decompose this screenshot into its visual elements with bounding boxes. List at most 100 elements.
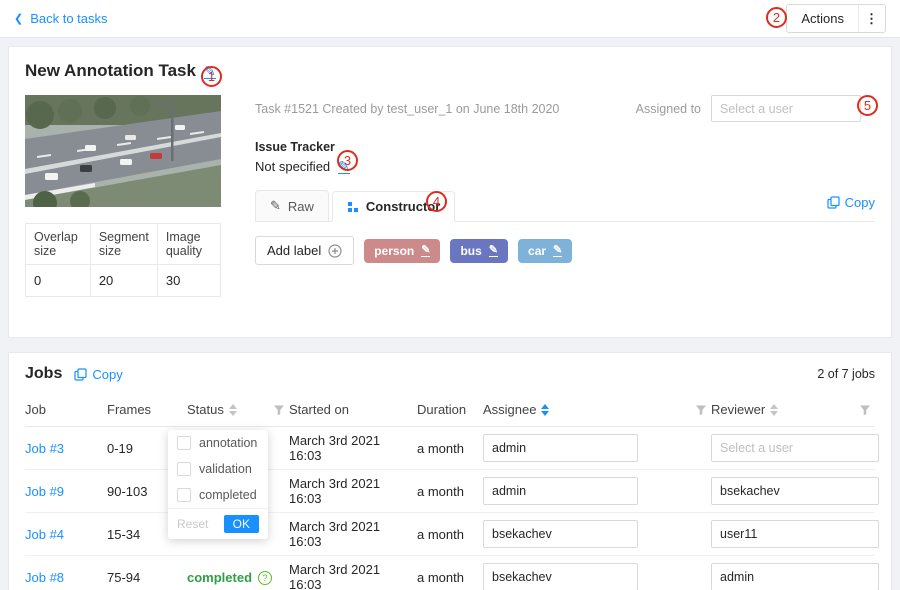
callout-4: 4 [426, 191, 447, 212]
label-tag-person-name: person [374, 244, 414, 258]
started-cell: March 3rd 2021 16:03 [289, 513, 417, 556]
copy-icon [827, 196, 840, 209]
add-label-text: Add label [267, 243, 321, 258]
started-cell: March 3rd 2021 16:03 [289, 470, 417, 513]
col-status: Status [187, 393, 289, 427]
table-row: Job #4 15-34 March 3rd 2021 16:03 a mont… [25, 513, 875, 556]
tab-raw[interactable]: ✎ Raw [255, 190, 329, 222]
job-link[interactable]: Job #3 [25, 441, 64, 456]
actions-button-label: Actions [787, 11, 858, 26]
reviewer-input[interactable] [711, 520, 879, 548]
edit-label-icon[interactable]: ✎ [421, 245, 430, 257]
started-cell: March 3rd 2021 16:03 [289, 427, 417, 470]
add-label-button[interactable]: Add label [255, 236, 354, 265]
param-header-quality: Image quality [157, 224, 220, 265]
tab-raw-label: Raw [288, 199, 314, 214]
question-circle-icon[interactable]: ? [258, 571, 272, 585]
labels-tabs: ✎ Raw Constructor Copy [255, 190, 875, 222]
issue-tracker-value: Not specified [255, 159, 330, 174]
checkbox-annotation[interactable] [177, 436, 191, 450]
back-to-tasks-link[interactable]: ❮ Back to tasks [14, 11, 108, 26]
status-cell: completed? [187, 556, 289, 590]
task-title: New Annotation Task [25, 61, 196, 81]
raw-pencil-icon: ✎ [270, 198, 281, 214]
more-menu-icon[interactable]: ⋮ [859, 11, 885, 27]
frames-cell: 75-94 [107, 556, 187, 590]
jobs-table: Job Frames Status Started on Duration [25, 393, 875, 590]
filter-status-icon[interactable] [273, 404, 285, 416]
param-value-overlap: 0 [26, 265, 91, 297]
back-link-label: Back to tasks [30, 11, 107, 26]
checkbox-completed[interactable] [177, 488, 191, 502]
sort-reviewer-icon[interactable] [770, 404, 778, 416]
duration-cell: a month [417, 513, 483, 556]
reviewer-input[interactable] [711, 477, 879, 505]
table-row: Job #3 0-19 March 3rd 2021 16:03 a month [25, 427, 875, 470]
col-reviewer: Reviewer [711, 393, 875, 427]
label-tag-car[interactable]: car ✎ [518, 239, 572, 263]
assignee-input[interactable] [483, 520, 638, 548]
edit-label-icon[interactable]: ✎ [553, 245, 562, 257]
filter-assignee-icon[interactable] [695, 404, 707, 416]
checkbox-validation[interactable] [177, 462, 191, 476]
reset-button[interactable]: Reset [177, 517, 208, 531]
reviewer-input[interactable] [711, 563, 879, 590]
callout-2: 2 [766, 7, 787, 28]
ok-button[interactable]: OK [224, 515, 259, 533]
task-preview-image [25, 95, 221, 207]
actions-button[interactable]: Actions ⋮ [786, 4, 886, 33]
col-duration: Duration [417, 393, 483, 427]
callout-5: 5 [857, 95, 878, 116]
copy-labels-link[interactable]: Copy [827, 195, 875, 216]
duration-cell: a month [417, 556, 483, 590]
label-tag-bus-name: bus [460, 244, 481, 258]
param-value-segment: 20 [90, 265, 157, 297]
started-cell: March 3rd 2021 16:03 [289, 556, 417, 590]
copy-icon [74, 368, 87, 381]
jobs-title: Jobs [25, 365, 62, 383]
filter-option-completed[interactable]: completed [168, 482, 268, 508]
label-tag-car-name: car [528, 244, 546, 258]
assigned-to-input[interactable] [711, 95, 861, 122]
table-row: Job #9 90-103 March 3rd 2021 16:03 a mon… [25, 470, 875, 513]
duration-cell: a month [417, 470, 483, 513]
job-link[interactable]: Job #4 [25, 527, 64, 542]
copy-labels-label: Copy [845, 195, 875, 210]
sort-status-icon[interactable] [229, 404, 237, 416]
assigned-to-label: Assigned to [636, 102, 701, 116]
assignee-input[interactable] [483, 434, 638, 462]
filter-reviewer-icon[interactable] [859, 404, 871, 416]
assignee-input[interactable] [483, 477, 638, 505]
top-bar: ❮ Back to tasks Actions ⋮ [0, 0, 900, 38]
constructor-icon [347, 201, 359, 213]
job-link[interactable]: Job #9 [25, 484, 64, 499]
label-tag-person[interactable]: person ✎ [364, 239, 440, 263]
edit-label-icon[interactable]: ✎ [489, 245, 498, 257]
jobs-table-header: Job Frames Status Started on Duration [25, 393, 875, 427]
copy-jobs-label: Copy [92, 367, 122, 382]
status-filter-dropdown: annotation validation completed Reset OK [168, 430, 268, 539]
task-card: New Annotation Task ✎ [8, 46, 892, 338]
col-assignee: Assignee [483, 393, 711, 427]
table-row: Job #8 75-94 completed? March 3rd 2021 1… [25, 556, 875, 590]
page: ❮ Back to tasks Actions ⋮ New Annotation… [0, 0, 900, 590]
road-scene-illustration [25, 95, 221, 207]
param-header-segment: Segment size [90, 224, 157, 265]
reviewer-input[interactable] [711, 434, 879, 462]
col-frames: Frames [107, 393, 187, 427]
copy-jobs-link[interactable]: Copy [74, 367, 122, 382]
param-value-quality: 30 [157, 265, 220, 297]
col-started-on: Started on [289, 393, 417, 427]
sort-assignee-icon[interactable] [541, 404, 549, 416]
callout-3: 3 [337, 150, 358, 171]
filter-option-annotation[interactable]: annotation [168, 430, 268, 456]
job-link[interactable]: Job #8 [25, 570, 64, 585]
param-header-overlap: Overlap size [26, 224, 91, 265]
callout-1: 1 [201, 66, 222, 87]
duration-cell: a month [417, 427, 483, 470]
task-params-table: Overlap size Segment size Image quality … [25, 223, 221, 297]
jobs-card: Jobs Copy 2 of 7 jobs Job Frames [8, 352, 892, 590]
assignee-input[interactable] [483, 563, 638, 590]
filter-option-validation[interactable]: validation [168, 456, 268, 482]
label-tag-bus[interactable]: bus ✎ [450, 239, 508, 263]
